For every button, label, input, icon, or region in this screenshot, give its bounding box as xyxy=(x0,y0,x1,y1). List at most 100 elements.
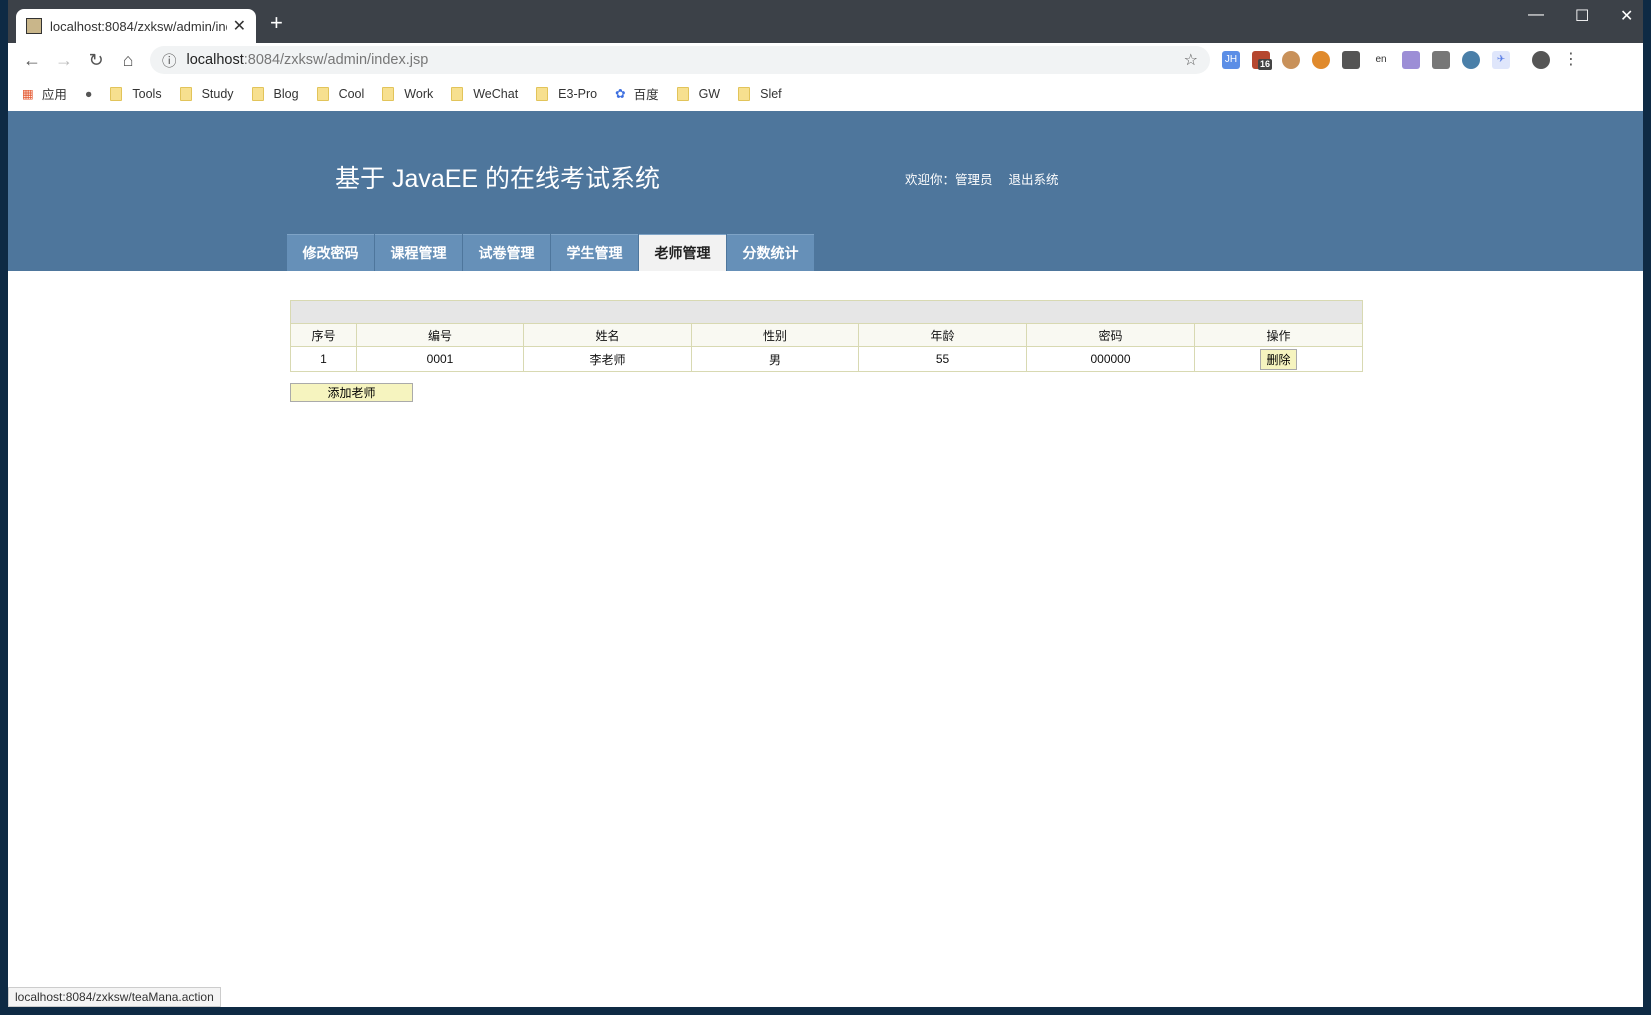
site-title: 基于 JavaEE 的在线考试系统 xyxy=(335,165,661,193)
bookmark-apps[interactable]: ▦ 应用 xyxy=(22,84,67,103)
download-icon[interactable] xyxy=(1432,51,1450,69)
col-header: 操作 xyxy=(1194,323,1363,347)
bookmark-label: Tools xyxy=(132,86,162,101)
folder-icon xyxy=(676,86,689,101)
menu-dots-icon[interactable]: ⋮ xyxy=(1562,51,1580,69)
tab-strip: localhost:8084/zxksw/admin/index.jsp ✕ +… xyxy=(8,0,1643,43)
col-header: 编号 xyxy=(356,323,524,347)
table-row: 1 0001 李老师 男 55 000000 删除 xyxy=(290,346,1363,372)
baidu-paw-icon: ✿ xyxy=(615,87,626,101)
bookmark-label: Slef xyxy=(760,86,782,101)
reload-icon[interactable]: ↻ xyxy=(80,50,112,71)
main-nav: 修改密码 课程管理 试卷管理 学生管理 老师管理 分数统计 xyxy=(287,234,815,271)
col-header: 姓名 xyxy=(523,323,692,347)
folder-icon xyxy=(179,86,192,101)
col-header: 性别 xyxy=(691,323,859,347)
bookmark-label: Study xyxy=(201,86,234,101)
nav-change-password[interactable]: 修改密码 xyxy=(287,234,374,271)
tab-title: localhost:8084/zxksw/admin/index.jsp xyxy=(50,18,227,34)
favicon-icon xyxy=(26,18,42,34)
home-icon[interactable]: ⌂ xyxy=(112,50,144,71)
bookmark-study[interactable]: Study xyxy=(179,86,234,101)
qr-code-icon[interactable] xyxy=(1342,51,1360,69)
table-caption xyxy=(290,300,1363,324)
folder-icon xyxy=(316,86,329,101)
folder-icon xyxy=(251,86,264,101)
cell-password: 000000 xyxy=(1026,346,1195,372)
status-bar-url: localhost:8084/zxksw/teaMana.action xyxy=(8,987,221,1007)
teacher-table: 序号 编号 姓名 性别 年龄 密码 操作 1 0001 李老师 男 55 000… xyxy=(290,300,1363,372)
col-header: 密码 xyxy=(1026,323,1195,347)
user-info: 欢迎你：管理员 退出系统 xyxy=(905,169,1075,188)
bookmark-blog[interactable]: Blog xyxy=(251,86,299,101)
cell-gender: 男 xyxy=(691,346,859,372)
orange-extension-icon[interactable] xyxy=(1312,51,1330,69)
bookmark-label: Work xyxy=(404,86,434,101)
folder-icon xyxy=(451,86,464,101)
cell-id: 0001 xyxy=(356,346,524,372)
extensions: JH 16 en ✈ ⋮ xyxy=(1222,51,1580,70)
bookmark-gw[interactable]: GW xyxy=(676,86,721,101)
bookmark-label: E3-Pro xyxy=(558,86,598,101)
info-icon: ⓘ xyxy=(162,53,177,70)
address-bar[interactable]: ⓘ localhost:8084/zxksw/admin/index.jsp ☆ xyxy=(150,46,1210,74)
nav-student-management[interactable]: 学生管理 xyxy=(551,234,638,271)
folder-icon xyxy=(738,86,751,101)
browser-tab[interactable]: localhost:8084/zxksw/admin/index.jsp ✕ xyxy=(16,9,256,43)
jh-extension-icon[interactable]: JH xyxy=(1222,51,1240,69)
forward-icon[interactable]: → xyxy=(48,50,80,71)
bookmark-wechat[interactable]: WeChat xyxy=(451,86,519,101)
site-header: 基于 JavaEE 的在线考试系统 欢迎你：管理员 退出系统 修改密码 课程管理 … xyxy=(8,111,1643,271)
bookmarks-bar: ▦ 应用 ● Tools Study Blog Cool Work WeChat … xyxy=(8,77,1643,110)
bookmark-e3pro[interactable]: E3-Pro xyxy=(536,86,598,101)
bookmark-label: Blog xyxy=(273,86,299,101)
bookmark-label: 百度 xyxy=(633,88,659,102)
delete-button[interactable]: 删除 xyxy=(1260,348,1297,370)
url-path: :8084/zxksw/admin/index.jsp xyxy=(243,52,429,68)
globe-icon: ● xyxy=(84,86,93,101)
bookmark-label: WeChat xyxy=(473,86,519,101)
table-header-row: 序号 编号 姓名 性别 年龄 密码 操作 xyxy=(290,323,1363,347)
maximize-icon[interactable]: ☐ xyxy=(1575,6,1589,26)
bookmark-tools[interactable]: Tools xyxy=(110,86,162,101)
bookmark-label: 应用 xyxy=(41,88,67,102)
nav-score-statistics[interactable]: 分数统计 xyxy=(727,234,814,271)
bird-extension-icon[interactable]: ✈ xyxy=(1492,51,1510,69)
extension-badge: 16 xyxy=(1258,59,1273,70)
bookmark-globe[interactable]: ● xyxy=(85,87,93,101)
download-circle-icon[interactable] xyxy=(1462,51,1480,69)
nav-teacher-management[interactable]: 老师管理 xyxy=(639,234,726,271)
folder-icon xyxy=(110,86,123,101)
add-teacher-button[interactable]: 添加老师 xyxy=(290,383,413,402)
close-window-icon[interactable]: ✕ xyxy=(1620,6,1633,26)
cell-name: 李老师 xyxy=(523,346,692,372)
pdf-icon[interactable] xyxy=(1402,51,1420,69)
calendar-extension-icon[interactable]: 16 xyxy=(1252,51,1273,70)
folder-icon xyxy=(382,86,395,101)
bookmark-label: GW xyxy=(698,86,721,101)
logout-link[interactable]: 退出系统 xyxy=(1009,173,1059,187)
bookmark-slef[interactable]: Slef xyxy=(738,86,782,101)
url-host: localhost xyxy=(186,52,244,68)
new-tab-icon[interactable]: + xyxy=(270,10,283,36)
close-tab-icon[interactable]: ✕ xyxy=(233,16,246,36)
back-icon[interactable]: ← xyxy=(16,50,48,71)
nav-course-management[interactable]: 课程管理 xyxy=(375,234,462,271)
bookmark-cool[interactable]: Cool xyxy=(316,86,364,101)
welcome-text: 欢迎你：管理员 xyxy=(905,173,993,187)
col-header: 年龄 xyxy=(858,323,1027,347)
folder-icon xyxy=(536,86,549,101)
cell-index: 1 xyxy=(290,346,357,372)
apps-grid-icon: ▦ xyxy=(22,87,34,101)
monkey-extension-icon[interactable] xyxy=(1282,51,1300,69)
bookmark-baidu[interactable]: ✿ 百度 xyxy=(615,84,659,103)
profile-icon[interactable] xyxy=(1532,51,1550,69)
bookmark-work[interactable]: Work xyxy=(382,86,434,101)
nav-paper-management[interactable]: 试卷管理 xyxy=(463,234,550,271)
browser-window: localhost:8084/zxksw/admin/index.jsp ✕ +… xyxy=(8,0,1643,1007)
bookmark-star-icon[interactable]: ☆ xyxy=(1184,50,1198,70)
col-header: 序号 xyxy=(290,323,357,347)
minimize-icon[interactable]: — xyxy=(1528,6,1544,24)
translate-icon[interactable]: en xyxy=(1372,51,1390,69)
cell-age: 55 xyxy=(858,346,1027,372)
